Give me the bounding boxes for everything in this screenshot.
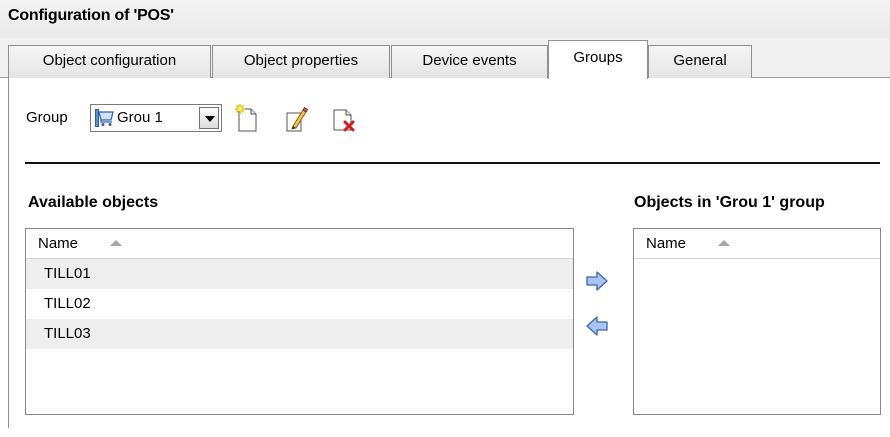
window-title-bar: Configuration of 'POS' <box>0 0 890 38</box>
tab-object-properties[interactable]: Object properties <box>212 45 390 78</box>
window-title: Configuration of 'POS' <box>8 7 174 24</box>
remove-from-group-arrow-icon[interactable] <box>585 315 609 337</box>
add-to-group-arrow-icon[interactable] <box>585 270 609 292</box>
group-combobox[interactable]: Grou 1 <box>90 104 222 132</box>
group-combobox-value: Grou 1 <box>117 109 163 126</box>
list-item[interactable]: TILL01 <box>26 259 573 289</box>
sort-ascending-icon <box>110 240 122 246</box>
column-header-name: Name <box>646 235 687 252</box>
tab-groups[interactable]: Groups <box>548 40 648 79</box>
available-objects-title: Available objects <box>28 194 159 211</box>
delete-document-icon[interactable] <box>331 104 357 134</box>
section-divider <box>25 162 880 164</box>
edit-pencil-icon[interactable] <box>283 104 309 134</box>
sort-ascending-icon <box>718 240 730 246</box>
panel-left-border <box>8 78 9 428</box>
column-header-name: Name <box>38 235 79 252</box>
group-label: Group <box>26 109 68 126</box>
tab-device-events[interactable]: Device events <box>391 45 548 78</box>
available-objects-list[interactable]: Name TILL01 TILL02 TILL03 <box>25 228 574 415</box>
list-item[interactable]: TILL03 <box>26 319 573 349</box>
chevron-down-icon[interactable] <box>199 107 219 129</box>
list-item[interactable]: TILL02 <box>26 289 573 319</box>
objects-in-group-title: Objects in 'Grou 1' group <box>634 194 825 211</box>
available-objects-header[interactable]: Name <box>26 229 573 259</box>
tab-strip: Object configuration Object properties D… <box>0 38 890 79</box>
tab-object-configuration[interactable]: Object configuration <box>8 45 211 78</box>
new-document-icon[interactable] <box>233 104 259 134</box>
objects-in-group-header[interactable]: Name <box>634 229 880 259</box>
shopping-cart-icon <box>95 109 115 127</box>
tab-general[interactable]: General <box>648 45 752 78</box>
objects-in-group-list[interactable]: Name <box>633 228 881 415</box>
